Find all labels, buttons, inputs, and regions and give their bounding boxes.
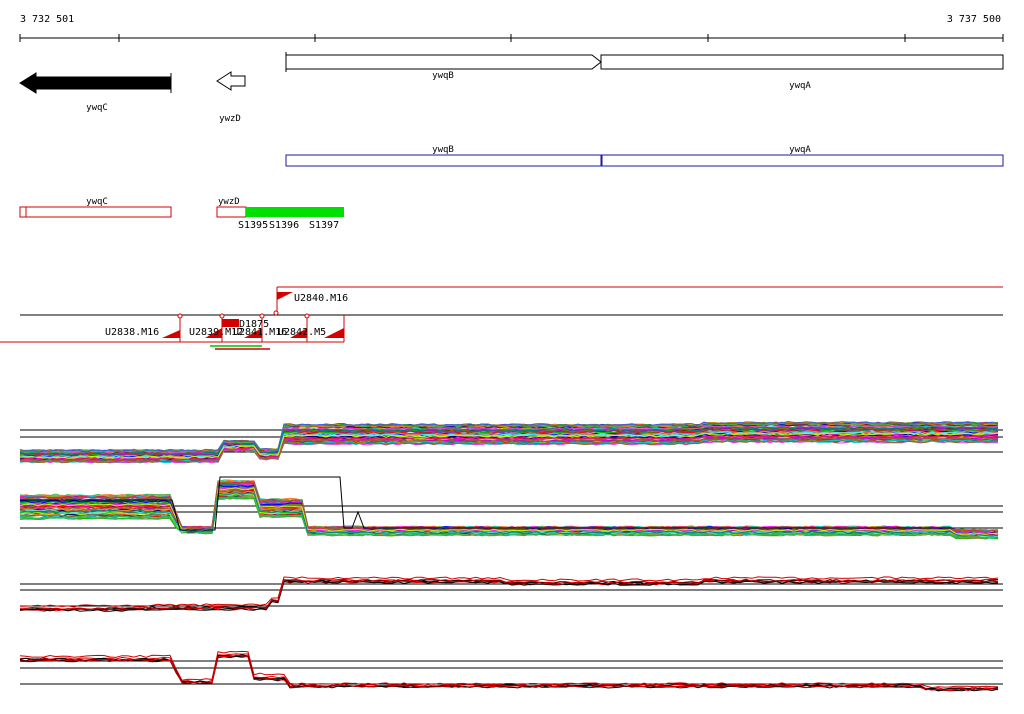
expression-panel-selected-lower (19, 650, 1003, 692)
profile-lines (19, 476, 1003, 540)
gene-label-ywqA: ywqA (789, 81, 811, 91)
gene-label-ywzD: ywzD (219, 114, 241, 124)
blue-feature-ywqB[interactable] (285, 154, 602, 167)
segment-flag (277, 292, 293, 300)
site-label-S1396: S1396 (269, 220, 299, 231)
blue-label-ywqB: ywqB (432, 145, 454, 155)
segment-label-U2840[interactable]: U2840.M16 (294, 293, 348, 304)
gene-ywqC[interactable]: ywqC (19, 72, 172, 113)
segment-flag (324, 328, 344, 338)
red-feature-ywzD[interactable] (216, 206, 247, 218)
gene-arrow-ywqB[interactable] (285, 54, 602, 70)
gene-arrow-ywqC[interactable] (19, 72, 172, 94)
expression-panel-all-upper (19, 420, 1003, 464)
coordinate-end: 3 737 500 (947, 14, 1001, 25)
segment-track: U2840.M16 D1875 U2838.M16 U2839.M12 U284… (0, 286, 1003, 350)
gene-arrow-ywzD[interactable] (216, 71, 246, 91)
gene-label-ywqC: ywqC (86, 103, 108, 113)
profile-line (19, 580, 999, 612)
profile-lines (19, 420, 999, 464)
site-block[interactable] (246, 207, 344, 217)
segment-flag (162, 330, 180, 338)
gene-track: ywqC ywzD ywqB ywqA (19, 52, 1004, 124)
red-feature-ywqC[interactable] (19, 206, 172, 218)
site-label-S1397: S1397 (309, 220, 339, 231)
blue-feature-track: ywqB ywqA (285, 145, 1004, 167)
coordinate-start: 3 732 501 (20, 14, 74, 25)
gene-ywqB[interactable]: ywqB (285, 52, 602, 81)
profile-line (19, 580, 999, 612)
gene-box-ywqA[interactable] (600, 54, 1004, 70)
gene-ywqA[interactable]: ywqA (600, 54, 1004, 91)
gene-label-ywqB: ywqB (432, 71, 454, 81)
coordinate-ruler: 3 732 501 3 737 500 (19, 14, 1004, 42)
expression-panel-all-lower (19, 476, 1003, 540)
segment-block-D1875[interactable] (222, 319, 239, 327)
segment-label-U2838[interactable]: U2838.M16 (105, 327, 159, 338)
segment-label-U2842[interactable]: U2842.M5 (278, 327, 326, 338)
blue-feature-ywqA[interactable] (601, 154, 1004, 167)
red-feature-track: ywqC ywzD S1395 S1396 S1397 (19, 197, 344, 231)
red-label-ywzD: ywzD (218, 197, 240, 207)
red-label-ywqC: ywqC (86, 197, 108, 207)
blue-label-ywqA: ywqA (789, 145, 811, 155)
profile-lines (19, 650, 999, 692)
gene-ywzD[interactable]: ywzD (216, 71, 246, 124)
site-label-S1395: S1395 (238, 220, 268, 231)
genome-browser-view: 3 732 501 3 737 500 ywqC ywzD ywqB ywqA (0, 14, 1004, 692)
expression-panel-selected-upper (19, 576, 1003, 612)
profile-line (19, 650, 999, 689)
